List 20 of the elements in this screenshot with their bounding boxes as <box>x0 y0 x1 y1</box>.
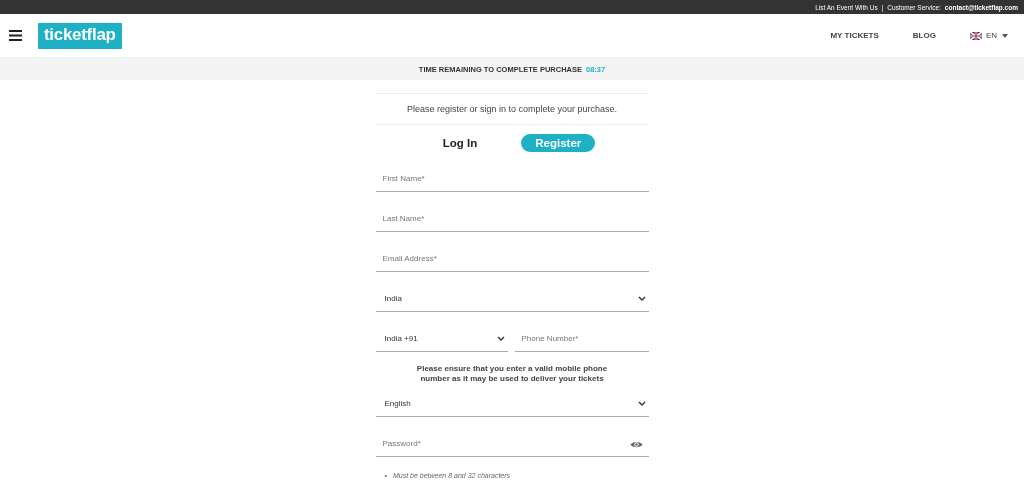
caret-icon <box>1002 33 1008 38</box>
input-field[interactable]: Email Address* <box>375 246 649 272</box>
intro-text: Please register or sign in to complete your purchase. <box>375 93 649 125</box>
eye-icon[interactable] <box>629 439 643 449</box>
chevron-icon <box>496 336 505 341</box>
phone-notice: Please ensure that you enter a valid mobile phone number as it may be used to deliver your tickets <box>415 364 609 385</box>
input-field[interactable]: First Name* <box>375 166 649 192</box>
country-code-select[interactable]: India +91 <box>375 326 508 352</box>
flag-icon <box>969 31 982 40</box>
language-selector[interactable]: EN <box>985 31 997 40</box>
chevron-icon <box>637 296 646 301</box>
select-field[interactable]: India <box>375 286 649 312</box>
tab[interactable]: Log In <box>428 134 492 152</box>
select-field[interactable]: English <box>375 390 649 417</box>
menu-icon[interactable] <box>9 30 22 41</box>
chevron-icon <box>637 400 646 406</box>
nav-link[interactable]: MY TICKETS <box>830 31 879 40</box>
input-field[interactable]: Last Name* <box>375 206 649 232</box>
phone-field[interactable]: Phone Number* <box>514 326 649 352</box>
nav-link[interactable]: BLOG <box>912 31 936 40</box>
